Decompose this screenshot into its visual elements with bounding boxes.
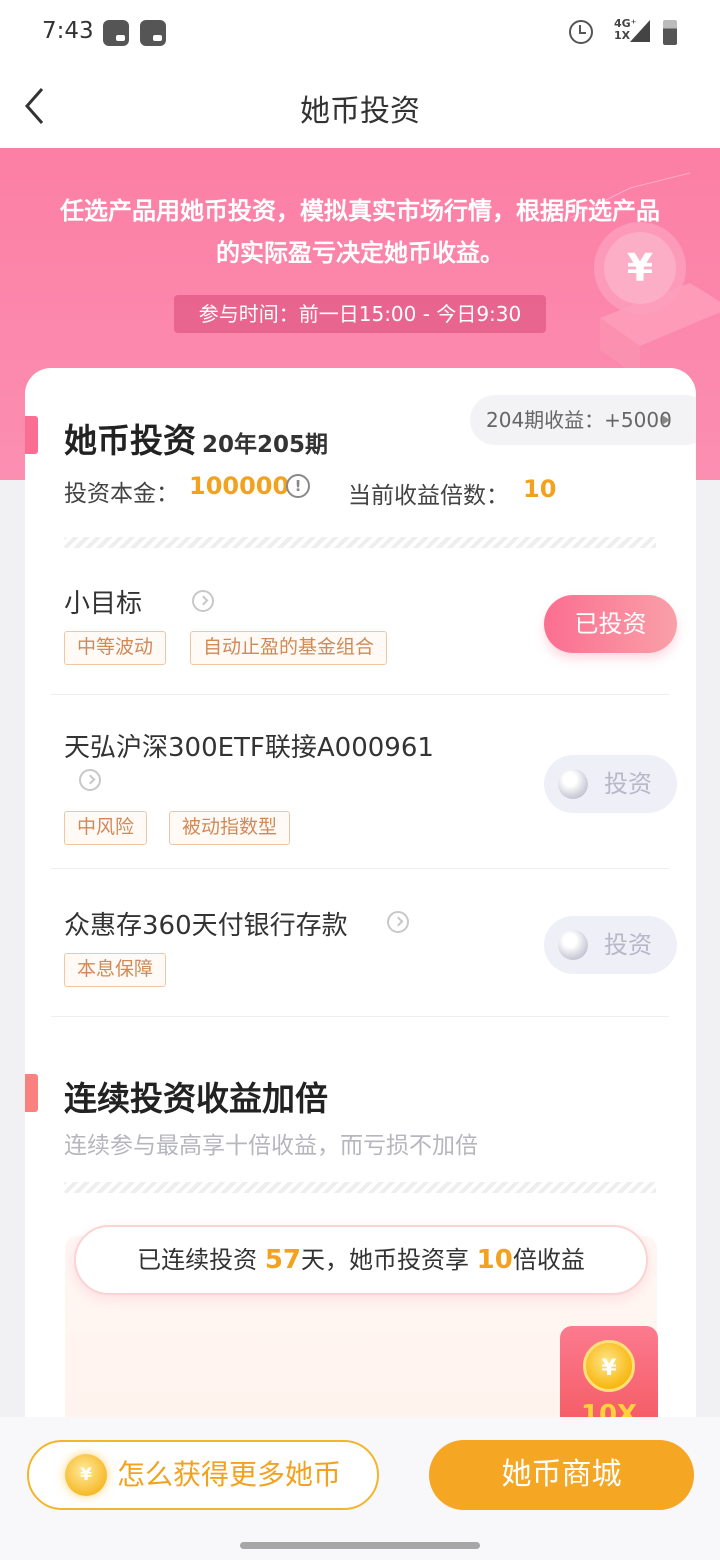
banner-description: 任选产品用她币投资，模拟真实市场行情，根据所选产品的实际盈亏决定她币收益。 (60, 197, 660, 267)
section-marker (25, 1074, 38, 1112)
product-name: 天弘沪深300ETF联接A000961 (64, 733, 434, 763)
page-title: 她币投资 (300, 94, 420, 129)
period-label: 20年205期 (202, 432, 329, 458)
chevron-right-icon[interactable] (79, 769, 101, 791)
status-time: 7:43 (42, 18, 94, 44)
streak-suffix: 倍收益 (512, 1246, 585, 1274)
earn-more-label: 怎么获得更多她币 (117, 1458, 342, 1491)
coin-icon: ¥ (558, 930, 588, 960)
divider-stripe (64, 1182, 656, 1193)
chevron-right-icon[interactable] (192, 590, 214, 612)
gold-coin-icon: ¥ (65, 1454, 107, 1496)
card-title-text: 她币投资 (64, 421, 196, 460)
streak-section-title: 连续投资收益加倍 (64, 1079, 328, 1118)
investment-card: 她币投资 20年205期 204期收益：+5000 投资本金： 100000 ! … (25, 368, 696, 1468)
product-name: 众惠存360天付银行存款 (64, 911, 348, 941)
coin-mall-button[interactable]: 她币商城 (429, 1440, 694, 1510)
principal-label: 投资本金： (64, 481, 179, 507)
coin-icon: ¥ (558, 769, 588, 799)
product-tag: 中风险 (64, 811, 148, 845)
chevron-right-icon[interactable] (387, 911, 409, 933)
earn-more-coins-button[interactable]: ¥ 怎么获得更多她币 (27, 1440, 379, 1510)
status-bar: 7:43 4G⁺ 1X (0, 0, 720, 64)
invested-button[interactable]: 已投资 (544, 595, 677, 653)
product-tag: 中等波动 (64, 631, 167, 665)
bottom-action-bar: ¥ 怎么获得更多她币 她币商城 (0, 1417, 720, 1560)
product-item[interactable]: 众惠存360天付银行存款 本息保障 ¥ 投资 (51, 869, 677, 1017)
streak-status: 已连续投资 57天，她币投资享 10倍收益 (74, 1225, 648, 1295)
streak-mid: 天，她币投资享 (301, 1246, 469, 1274)
invest-button[interactable]: ¥ 投资 (544, 916, 677, 974)
streak-section-subtitle: 连续参与最高享十倍收益，而亏损不加倍 (64, 1133, 478, 1159)
streak-prefix: 已连续投资 (137, 1246, 258, 1274)
product-tag: 被动指数型 (169, 811, 291, 845)
app-notification-icon (103, 20, 129, 46)
divider-stripe (64, 537, 656, 548)
invest-button-label: 投资 (604, 770, 652, 798)
gold-coin-icon: ¥ (583, 1340, 635, 1392)
home-indicator[interactable] (240, 1542, 480, 1549)
nav-bar: 她币投资 (0, 64, 720, 148)
product-tag: 自动止盈的基金组合 (190, 631, 388, 665)
previous-period-earnings-link[interactable]: 204期收益：+5000 (470, 395, 696, 445)
product-item[interactable]: 天弘沪深300ETF联接A000961 中风险 被动指数型 ¥ 投资 (51, 695, 677, 869)
app-notification-icon (140, 20, 166, 46)
invest-button-label: 投资 (604, 931, 652, 959)
multiplier-value: 10 (523, 475, 557, 503)
streak-multiplier: 10 (476, 1245, 513, 1275)
alarm-icon (569, 20, 593, 44)
product-item[interactable]: 小目标 中等波动 自动止盈的基金组合 已投资 (51, 563, 677, 695)
section-marker (25, 416, 38, 454)
multiplier-label: 当前收益倍数： (348, 483, 509, 509)
battery-icon (663, 20, 677, 45)
streak-days: 57 (264, 1245, 301, 1275)
product-name: 小目标 (64, 589, 143, 619)
participation-time: 参与时间：前一日15:00 - 今日9:30 (174, 295, 546, 333)
card-title: 她币投资 20年205期 (64, 414, 328, 462)
signal-icon (630, 20, 650, 42)
invest-button[interactable]: ¥ 投资 (544, 755, 677, 813)
product-tag: 本息保障 (64, 953, 167, 987)
info-icon[interactable]: ! (286, 474, 310, 498)
principal-value: 100000 (189, 472, 290, 500)
